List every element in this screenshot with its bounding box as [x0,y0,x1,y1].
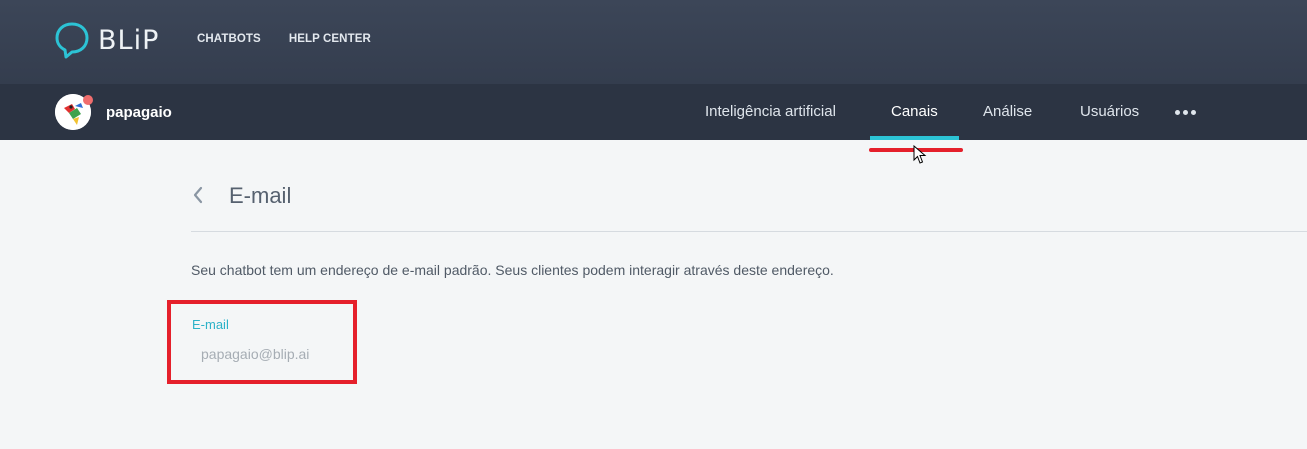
chevron-left-icon [193,186,203,204]
active-tab-indicator [870,136,959,140]
bot-tabs: Inteligência artificial Canais Análise U… [0,84,1307,140]
top-bar: BLiP CHATBOTS HELP CENTER [0,0,1307,84]
tab-inteligencia-artificial[interactable]: Inteligência artificial [705,84,836,140]
logo-text: BLiP [98,24,160,56]
divider [191,231,1307,232]
nav-help-center[interactable]: HELP CENTER [289,33,371,45]
speech-bubble-logo-icon [55,22,89,59]
tab-analise[interactable]: Análise [983,84,1032,140]
page-description: Seu chatbot tem um endereço de e-mail pa… [191,262,834,278]
more-horizontal-icon[interactable] [1175,84,1196,140]
top-nav: CHATBOTS HELP CENTER [197,33,371,45]
mouse-cursor-icon [913,145,927,164]
annotation-highlight-box [167,300,357,384]
tab-usuarios[interactable]: Usuários [1080,84,1139,140]
tab-canais[interactable]: Canais [891,84,938,140]
page-title: E-mail [229,183,292,208]
back-button[interactable] [192,183,210,207]
nav-chatbots[interactable]: CHATBOTS [197,33,261,45]
blip-logo[interactable]: BLiP [54,20,159,60]
